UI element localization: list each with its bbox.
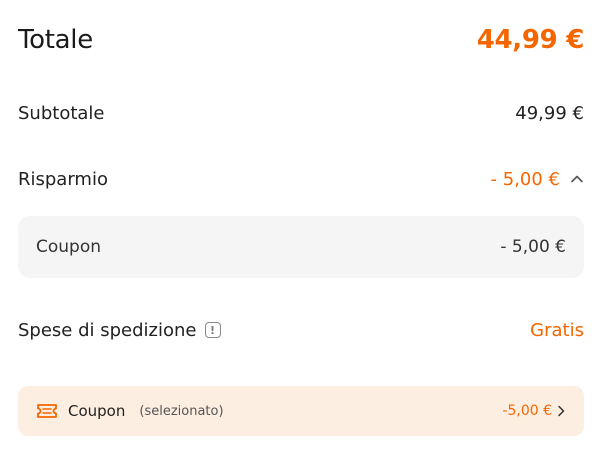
coupon-selector-right: -5,00 € [502,403,566,419]
total-row: Totale 44,99 € [18,20,584,60]
shipping-value: Gratis [530,319,584,341]
shipping-row: Spese di spedizione ! Gratis [18,315,584,345]
shipping-label-group: Spese di spedizione ! [18,320,221,341]
chevron-right-icon [558,405,565,417]
savings-label: Risparmio [18,168,108,190]
coupon-selector-left: Coupon (selezionato) [36,402,224,420]
subtotal-label: Subtotale [18,102,105,124]
total-value: 44,99 € [476,25,585,55]
savings-row[interactable]: Risparmio - 5,00 € [18,164,584,194]
total-label: Totale [18,25,93,55]
savings-value: - 5,00 € [490,168,560,190]
coupon-discount-value: - 5,00 € [500,237,566,257]
coupon-selector-amount: -5,00 € [502,403,552,419]
coupon-discount-label: Coupon [36,237,102,257]
info-icon[interactable]: ! [204,322,221,338]
ticket-icon [37,404,57,418]
subtotal-value: 49,99 € [515,102,584,124]
shipping-label: Spese di spedizione [18,319,197,341]
coupon-selector-status: (selezionato) [139,403,224,419]
coupon-selector-button[interactable]: Coupon (selezionato) -5,00 € [18,386,584,436]
subtotal-row: Subtotale 49,99 € [18,98,584,128]
chevron-up-icon[interactable] [570,172,584,186]
coupon-selector-title: Coupon [68,402,126,420]
savings-toggle[interactable]: - 5,00 € [491,169,584,190]
coupon-discount-box: Coupon - 5,00 € [18,216,584,278]
